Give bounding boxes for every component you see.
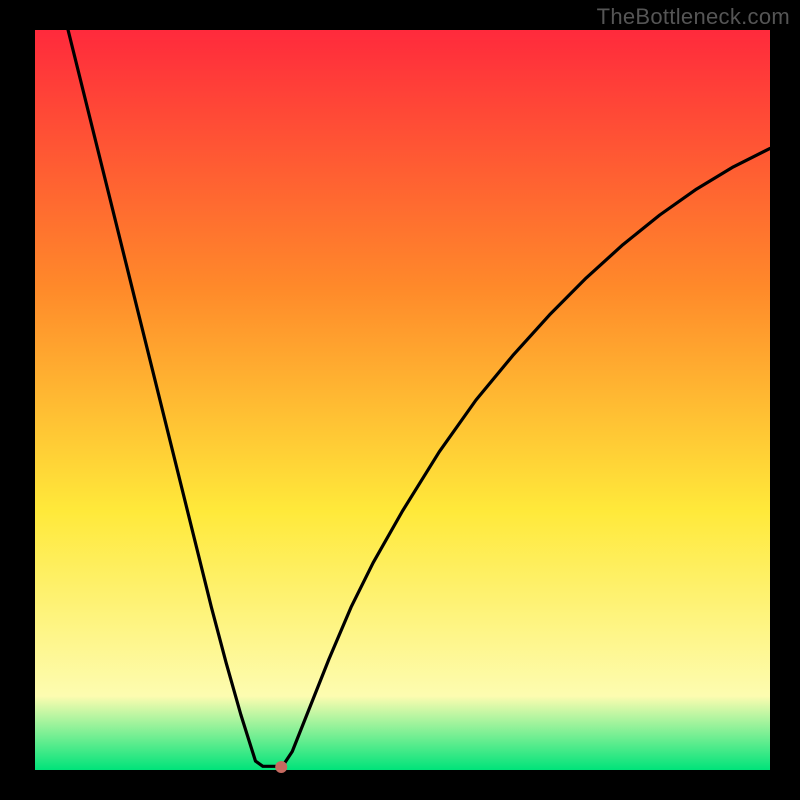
bottleneck-chart [0,0,800,800]
optimal-point-marker [275,761,287,773]
watermark-text: TheBottleneck.com [597,4,790,30]
gradient-background [35,30,770,770]
chart-frame: { "watermark": "TheBottleneck.com", "col… [0,0,800,800]
